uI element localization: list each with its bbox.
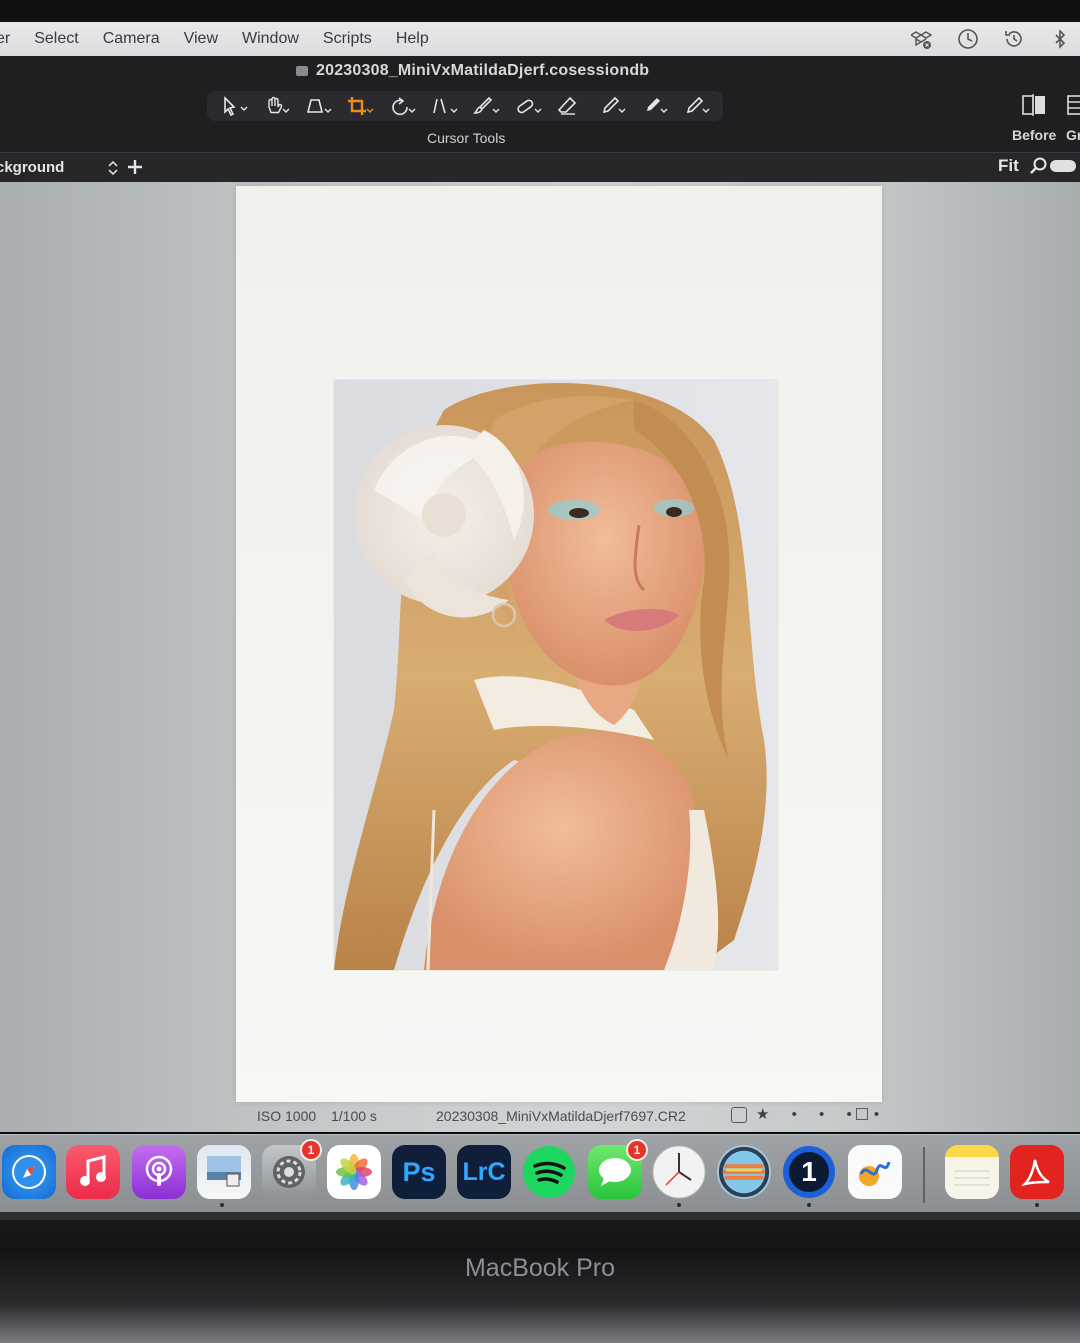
- draw-mask-tool-icon[interactable]: [636, 93, 672, 119]
- cursor-tools-caption: Cursor Tools: [427, 130, 506, 146]
- music-app-icon[interactable]: [66, 1145, 120, 1199]
- zoom-fit-label[interactable]: Fit: [998, 156, 1019, 176]
- clock-app-icon[interactable]: [652, 1145, 706, 1199]
- layer-stepper-icon[interactable]: [106, 158, 120, 178]
- add-layer-icon[interactable]: [125, 157, 145, 177]
- brush-tool-icon[interactable]: [468, 93, 504, 119]
- before-after-icon: [1022, 94, 1045, 116]
- menu-window[interactable]: Window: [242, 30, 299, 48]
- dock-separator: [923, 1147, 925, 1203]
- grid-label: Gr: [1066, 127, 1080, 143]
- clock-icon[interactable]: [956, 27, 980, 51]
- menu-bar: er Select Camera View Window Scripts Hel…: [0, 22, 1080, 56]
- viewer-status-bar: ISO 1000 1/100 s 20230308_MiniVxMatildaD…: [0, 1102, 1080, 1130]
- menu-finder[interactable]: er: [0, 30, 10, 48]
- safari-app-icon[interactable]: [2, 1145, 56, 1199]
- status-icons: [910, 22, 1072, 56]
- preview-running-dot: [220, 1203, 224, 1207]
- document-title: 20230308_MiniVxMatildaDjerf.cosessiondb: [296, 62, 649, 80]
- clock-running-dot: [677, 1203, 681, 1207]
- shutter-value: 1/100 s: [331, 1108, 377, 1124]
- lightroom-classic-app-icon[interactable]: LrC: [457, 1145, 511, 1199]
- crop-tool-icon[interactable]: [342, 93, 378, 119]
- photos-app-icon[interactable]: [327, 1145, 381, 1199]
- select-checkbox[interactable]: [731, 1107, 747, 1123]
- menu-camera[interactable]: Camera: [103, 30, 160, 48]
- portrait-photo[interactable]: [334, 380, 778, 970]
- screen-top-bezel: [0, 0, 1080, 22]
- settings-badge: 1: [300, 1139, 322, 1161]
- dropbox-icon[interactable]: [910, 27, 934, 51]
- menu-items: er Select Camera View Window Scripts Hel…: [0, 30, 453, 48]
- hand-tool-icon[interactable]: [258, 93, 294, 119]
- freeform-app-icon[interactable]: [848, 1145, 902, 1199]
- picker-tool-icon[interactable]: [594, 93, 630, 119]
- select-cursor-tool-icon[interactable]: [216, 93, 252, 119]
- notes-app-icon[interactable]: [945, 1145, 999, 1199]
- color-tag-icon[interactable]: [856, 1108, 868, 1120]
- cursor-tools-strip: [207, 91, 723, 121]
- iso-value: ISO 1000: [257, 1108, 317, 1124]
- magnifier-icon[interactable]: [1028, 156, 1048, 176]
- before-label: Before: [1012, 127, 1057, 143]
- layer-bar: ckground Fit: [0, 152, 1080, 182]
- portrait-image: [334, 380, 778, 970]
- messages-app-icon[interactable]: 1: [588, 1139, 648, 1199]
- 1password-label: 1: [801, 1156, 817, 1187]
- grid-icon: [1067, 95, 1080, 115]
- preview-app-icon[interactable]: [197, 1145, 251, 1199]
- menu-select[interactable]: Select: [34, 30, 78, 48]
- keystone-tool-icon[interactable]: [300, 93, 336, 119]
- messages-badge: 1: [626, 1139, 648, 1161]
- star-rating[interactable]: ★ • • • •: [756, 1105, 888, 1123]
- rotate-tool-icon[interactable]: [384, 93, 420, 119]
- app-toolbar: 20230308_MiniVxMatildaDjerf.cosessiondb …: [0, 56, 1080, 152]
- spotify-app-icon[interactable]: [522, 1145, 576, 1199]
- capture-one-app-icon[interactable]: [717, 1145, 771, 1199]
- screen-hinge: [0, 1212, 1080, 1220]
- zoom-slider[interactable]: [1050, 160, 1076, 172]
- layer-selector[interactable]: ckground: [0, 159, 64, 176]
- menu-help[interactable]: Help: [396, 30, 429, 48]
- eraser-tool-icon[interactable]: [552, 93, 588, 119]
- grid-button[interactable]: Gr: [1066, 92, 1080, 148]
- macos-dock: 1 Ps LrC 1 1: [0, 1134, 1080, 1212]
- acrobat-app-icon[interactable]: [1010, 1145, 1064, 1199]
- before-after-button[interactable]: Before: [1012, 92, 1056, 148]
- straighten-tool-icon[interactable]: [426, 93, 462, 119]
- heal-tool-icon[interactable]: [510, 93, 546, 119]
- photoshop-app-icon[interactable]: Ps: [392, 1145, 446, 1199]
- document-icon: [296, 65, 308, 76]
- acrobat-running-dot: [1035, 1203, 1039, 1207]
- filename-label: 20230308_MiniVxMatildaDjerf7697.CR2: [436, 1108, 686, 1124]
- podcasts-app-icon[interactable]: [132, 1145, 186, 1199]
- bluetooth-icon[interactable]: [1048, 27, 1072, 51]
- menu-view[interactable]: View: [184, 30, 218, 48]
- system-settings-app-icon[interactable]: 1: [262, 1139, 322, 1199]
- macbook-label: MacBook Pro: [464, 1254, 616, 1282]
- menu-scripts[interactable]: Scripts: [323, 30, 372, 48]
- edit-mask-tool-icon[interactable]: [678, 93, 714, 119]
- 1password-running-dot: [807, 1203, 811, 1207]
- time-machine-icon[interactable]: [1002, 27, 1026, 51]
- document-title-text: 20230308_MiniVxMatildaDjerf.cosessiondb: [316, 62, 650, 79]
- 1password-app-icon[interactable]: 1: [782, 1145, 836, 1199]
